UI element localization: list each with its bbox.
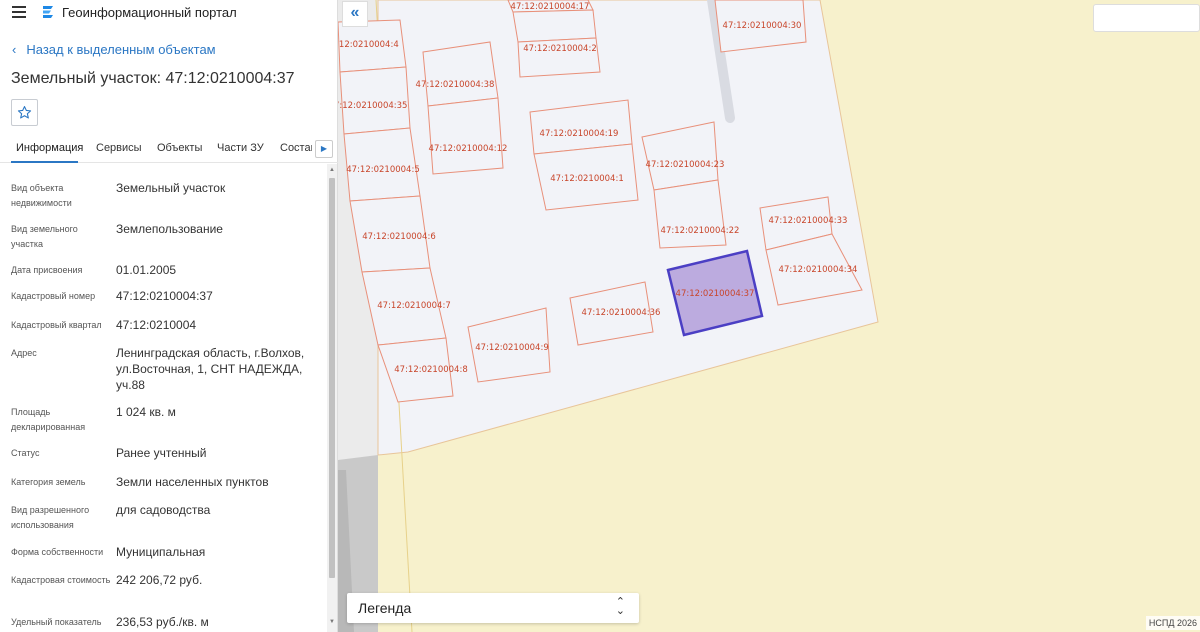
prop-value: Ленинградская область, г.Волхов, ул.Вост… [116,346,305,392]
parcel-label: 47:12:0210004:5 [346,165,420,175]
prop-value: для садоводства [116,503,211,517]
parcel-label: 47:12:0210004:12 [429,144,508,154]
app-title: Геоинформационный портал [62,5,237,20]
tab-parts[interactable]: Части ЗУ [217,142,264,154]
prop-label: Адрес [11,348,37,358]
parcel-label: 47:12:0210004:8 [394,365,468,375]
prop-value: Землепользование [116,222,223,236]
prop-label: Вид объекта недвижимости [11,183,72,208]
back-link-label: Назад к выделенным объектам [26,42,216,57]
sort-arrows-icon: ⌃ ⌄ [615,596,625,617]
prop-label: Удельный показатель [11,617,102,627]
prop-label: Площадь декларированная [11,407,86,432]
info-panel: Геоинформационный портал ‹ Назад к выделе… [0,0,338,632]
collapse-panel-button[interactable]: « [342,1,368,27]
parcel-label: 47:12:0210004:6 [362,232,436,242]
app-header: Геоинформационный портал [0,0,338,26]
prop-value: 1 024 кв. м [116,405,176,419]
prop-label: Кадастровый квартал [11,320,102,330]
star-icon [17,106,32,119]
parcel-label: 47:12:0210004:4 [338,40,399,50]
parcel-label: 47:12:0210004:38 [416,80,495,90]
parcel-label: 47:12:0210004:9 [475,343,549,353]
prop-label: Кадастровая стоимость [11,575,111,585]
tab-objects[interactable]: Объекты [157,142,202,154]
map-canvas[interactable]: 47:12:0210004:17 47:12:0210004:30 47:12:… [338,0,1200,632]
parcel-label: 47:12:0210004:7 [377,301,451,311]
tab-info[interactable]: Информация [16,142,83,154]
hamburger-icon[interactable] [12,6,26,18]
map-search-input[interactable] [1093,4,1200,32]
parcel-label: 47:12:0210004:33 [769,216,848,226]
parcel-label: 47:12:0210004:35 [338,101,407,111]
prop-label: Дата присвоения [11,265,83,275]
parcel-label: 47:12:0210004:23 [646,160,725,170]
legend-label: Легенда [358,600,412,616]
parcel-label: 47:12:0210004:34 [779,265,858,275]
favorite-button[interactable] [11,99,38,126]
prop-value: Ранее учтенный [116,446,207,460]
prop-label: Форма собственности [11,547,104,557]
scrollbar-thumb[interactable] [329,178,335,578]
parcel-label: 47:12:0210004:19 [540,129,619,139]
prop-label: Вид разрешенного использования [11,505,90,530]
map-copyright: НСПД 2026 [1145,616,1200,630]
parcel-label: 47:12:0210004:36 [582,308,661,318]
scroll-up-arrow-icon[interactable]: ▲ [327,164,337,176]
parcel-label: 47:12:0210004:37 [676,289,755,299]
tabs-scroll-right-button[interactable]: ▶ [315,140,333,158]
chevron-right-icon: ▶ [320,144,328,153]
prop-value: Муниципальная [116,545,206,559]
prop-label: Вид земельного участка [11,224,78,249]
prop-label: Статус [11,448,40,458]
parcel-label: 47:12:0210004:30 [723,21,802,31]
prop-value: 47:12:0210004:37 [116,289,213,303]
parcel-label: 47:12:0210004:22 [661,226,740,236]
prop-value: 236,53 руб./кв. м [116,615,209,629]
scroll-down-arrow-icon[interactable]: ▼ [327,616,337,628]
property-list: Вид объекта недвижимости Земельный участ… [0,170,326,632]
map-view[interactable]: 47:12:0210004:17 47:12:0210004:30 47:12:… [338,0,1200,632]
prop-value: 242 206,72 руб. [116,573,203,587]
object-title: Земельный участок: 47:12:0210004:37 [11,70,295,87]
back-to-selected-link[interactable]: ‹ Назад к выделенным объектам [12,42,216,57]
prop-value: 01.01.2005 [116,263,177,277]
active-tab-indicator [11,161,78,163]
tab-bar: Информация Сервисы Объекты Части ЗУ Сост… [0,137,338,163]
prop-label: Категория земель [11,477,86,487]
chevron-left-icon: ‹ [12,42,17,57]
legend-dropdown[interactable]: Легенда ⌃ ⌄ [347,593,639,623]
prop-value: 47:12:0210004 [116,318,197,332]
portal-logo-icon [43,6,53,18]
parcel-label: 47:12:0210004:17 [511,2,590,12]
prop-value: Земли населенных пунктов [116,475,269,489]
prop-value: Земельный участок [116,181,226,195]
parcel-label: 47:12:0210004:2 [523,44,597,54]
parcel-label: 47:12:0210004:1 [550,174,624,184]
tab-composition[interactable]: Состав [280,142,312,154]
tab-services[interactable]: Сервисы [96,142,142,154]
prop-label: Кадастровый номер [11,291,96,301]
double-chevron-left-icon: « [350,4,360,21]
panel-scrollbar[interactable]: ▲ ▼ [327,164,337,632]
